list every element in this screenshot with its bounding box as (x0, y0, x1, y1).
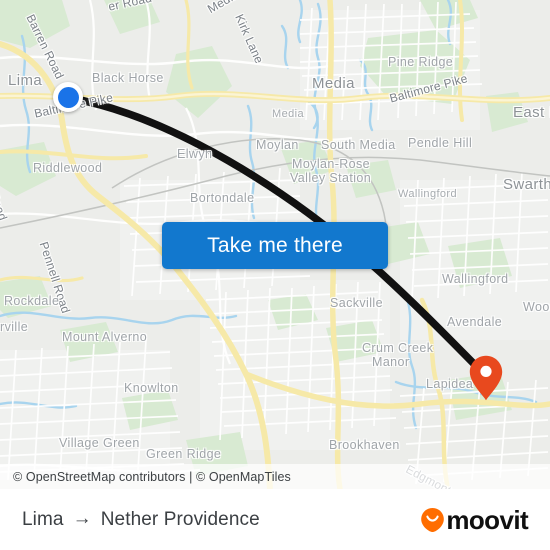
moovit-wordmark: moovit (446, 504, 528, 535)
moovit-trip-map-screen: er Road Media Barren Road Kirk Lane Pine Rid… (0, 0, 550, 550)
moovit-logo[interactable]: moovit (420, 504, 529, 535)
start-marker[interactable] (53, 82, 83, 112)
route-destination: Nether Providence (100, 508, 260, 530)
start-marker-dot (57, 86, 79, 108)
moovit-pin-icon (421, 507, 445, 532)
map-attribution: © OpenStreetMap contributors | © OpenMap… (0, 464, 550, 489)
take-me-there-button[interactable]: Take me there (162, 222, 388, 269)
arrow-right-icon: → (72, 508, 92, 529)
route-title: Lima → Nether Providence (22, 509, 260, 531)
map-canvas[interactable]: er Road Media Barren Road Kirk Lane Pine Rid… (0, 0, 550, 489)
map-pin-icon (469, 355, 503, 401)
destination-marker[interactable] (469, 355, 503, 401)
footer-bar: Lima → Nether Providence moovit (0, 489, 550, 550)
attribution-text: © OpenStreetMap contributors | © OpenMap… (13, 469, 291, 484)
route-origin: Lima (22, 508, 64, 530)
